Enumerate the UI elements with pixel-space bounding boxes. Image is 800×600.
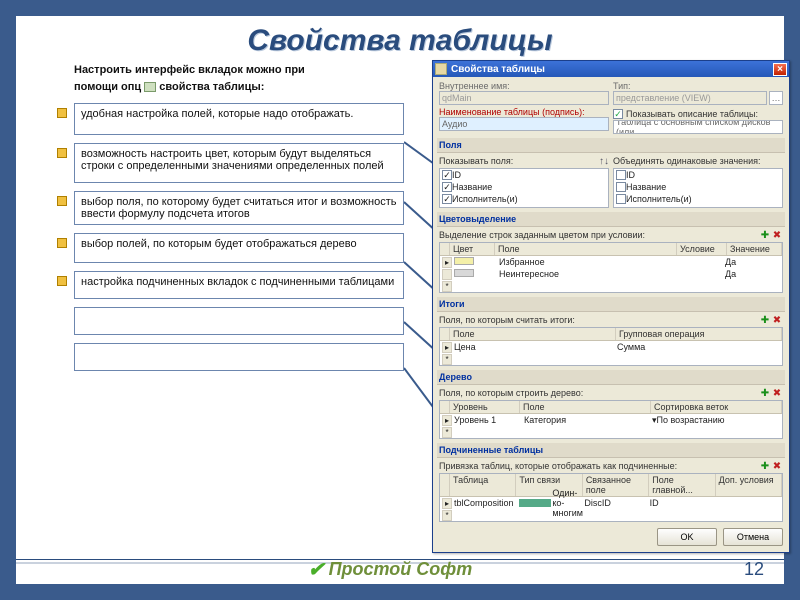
section-fields-title: Поля	[437, 138, 785, 153]
delete-icon[interactable]: ✖	[771, 460, 783, 472]
intro-text: Настроить интерфейс вкладок можно при по…	[74, 62, 404, 95]
show-fields-label: Показывать поля:	[439, 156, 513, 166]
bullet-icon	[57, 196, 67, 206]
bullet-icon	[57, 276, 67, 286]
section-tree-title: Дерево	[437, 370, 785, 385]
input-desc[interactable]: Таблица с основным списком дисков (или	[613, 120, 783, 134]
slide-text-column: Настроить интерфейс вкладок можно при по…	[74, 62, 404, 379]
add-icon[interactable]: ✚	[759, 460, 771, 472]
totals-table[interactable]: ПолеГрупповая операция ▸ЦенаСумма *	[439, 327, 783, 366]
bullet-icon	[57, 108, 67, 118]
label-internal-name: Внутреннее имя:	[439, 81, 609, 91]
delete-icon[interactable]: ✖	[771, 387, 783, 399]
totals-subtitle: Поля, по которым считать итоги:	[439, 315, 575, 325]
bullet-2-text: возможность настроить цвет, которым буду…	[81, 148, 384, 172]
input-caption[interactable]: Аудио	[439, 117, 609, 131]
bullet-3: выбор поля, по которому будет считаться …	[74, 191, 404, 225]
label-type: Тип:	[613, 81, 783, 91]
merge-same-label: Объединять одинаковые значения:	[613, 156, 783, 166]
bullet-5: настройка подчиненных вкладок с подчинен…	[74, 271, 404, 299]
check-icon: ✔	[308, 557, 325, 582]
bullet-icon	[57, 148, 67, 158]
section-colors-title: Цветовыделение	[437, 212, 785, 227]
bullet-1: удобная настройка полей, которые надо от…	[74, 103, 404, 135]
dialog-title-text: Свойства таблицы	[451, 64, 545, 75]
section-totals-title: Итоги	[437, 297, 785, 312]
fields-merge-list[interactable]: ID Название Исполнитель(и)	[613, 168, 783, 208]
fields-show-list[interactable]: ✓ID ✓Название ✓Исполнитель(и)	[439, 168, 609, 208]
type-browse-button[interactable]: …	[769, 91, 783, 105]
bullet-4: выбор полей, по которым будет отображать…	[74, 233, 404, 263]
bullet-5-text: настройка подчиненных вкладок с подчинен…	[81, 276, 394, 288]
cancel-button[interactable]: Отмена	[723, 528, 783, 546]
bullet-icon	[57, 238, 67, 248]
brand-text: Простой Софт	[329, 559, 473, 580]
bullet-empty-1	[74, 307, 404, 335]
delete-icon[interactable]: ✖	[771, 314, 783, 326]
reorder-buttons[interactable]: ↑↓	[599, 156, 609, 167]
intro-line2b: свойства таблицы	[159, 81, 260, 93]
subtables-subtitle: Привязка таблиц, которые отображать как …	[439, 461, 677, 471]
slide-title: Свойства таблицы	[16, 24, 784, 58]
colors-subtitle: Выделение строк заданным цветом при усло…	[439, 230, 645, 240]
dialog-titlebar[interactable]: Свойства таблицы ×	[433, 61, 789, 77]
add-icon[interactable]: ✚	[759, 229, 771, 241]
brand-logo: ✔ Простой Софт	[308, 557, 472, 582]
properties-icon	[144, 82, 156, 92]
checkbox-show-desc[interactable]: ✓Показывать описание таблицы:	[613, 107, 783, 120]
bullet-1-text: удобная настройка полей, которые надо от…	[81, 108, 353, 120]
slide-footer: ✔ Простой Софт	[16, 555, 784, 584]
colors-table[interactable]: Цвет Поле Условие Значение ▸ИзбранноеДа …	[439, 242, 783, 293]
tree-subtitle: Поля, по которым строить дерево:	[439, 388, 583, 398]
section-subtables-title: Подчиненные таблицы	[437, 443, 785, 458]
input-type: представление (VIEW)	[613, 91, 767, 105]
intro-line1: Настроить интерфейс вкладок можно при	[74, 64, 305, 76]
bullet-empty-2	[74, 343, 404, 371]
bullet-4-text: выбор полей, по которым будет отображать…	[81, 238, 357, 250]
close-icon[interactable]: ×	[773, 63, 787, 76]
add-icon[interactable]: ✚	[759, 314, 771, 326]
label-caption: Наименование таблицы (подпись):	[439, 107, 609, 117]
page-number: 12	[744, 559, 764, 580]
intro-line2a: помощи опц	[74, 81, 141, 93]
bullet-2: возможность настроить цвет, которым буду…	[74, 143, 404, 183]
add-icon[interactable]: ✚	[759, 387, 771, 399]
delete-icon[interactable]: ✖	[771, 229, 783, 241]
bullet-3-text: выбор поля, по которому будет считаться …	[81, 196, 396, 220]
ok-button[interactable]: OK	[657, 528, 717, 546]
input-internal-name: qdMain	[439, 91, 609, 105]
subtables-table[interactable]: Таблица Тип связи Связанное поле Поле гл…	[439, 473, 783, 522]
table-properties-dialog: Свойства таблицы × Внутреннее имя: qdMai…	[432, 60, 790, 553]
tree-table[interactable]: УровеньПолеСортировка веток ▸Уровень 1Ка…	[439, 400, 783, 439]
dialog-icon	[435, 63, 447, 75]
